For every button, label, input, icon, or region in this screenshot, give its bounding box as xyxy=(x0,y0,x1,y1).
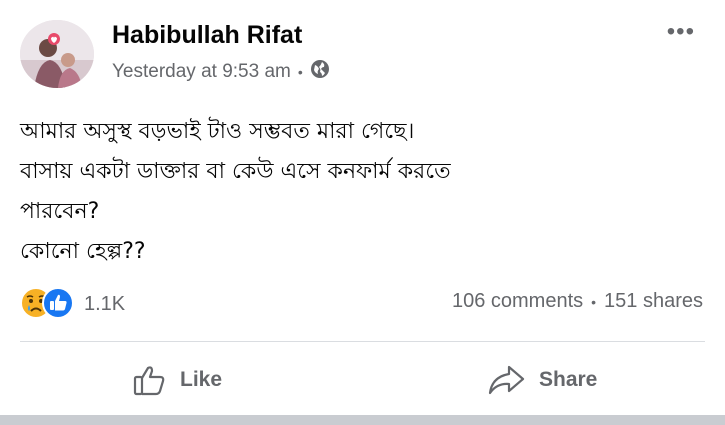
comments-count[interactable]: 106 comments xyxy=(452,290,583,313)
post-body-line: আমার অসুস্থ বড়ভাই টাও সম্ভবত মারা গেছে। xyxy=(20,119,415,144)
like-label: Like xyxy=(180,368,223,391)
share-arrow-icon xyxy=(488,365,525,395)
post-card: Habibullah Rifat Yesterday at 9:53 am • … xyxy=(0,0,725,415)
reaction-icons xyxy=(20,287,76,321)
thumbs-up-icon xyxy=(133,366,165,396)
reactions-summary[interactable]: 1.1K xyxy=(20,287,125,321)
author-name[interactable]: Habibullah Rifat xyxy=(112,21,302,50)
avatar-photo xyxy=(20,20,94,88)
share-label: Share xyxy=(539,368,598,391)
post-body-line: কোনো হেল্প?? xyxy=(20,239,146,264)
post-meta: Yesterday at 9:53 am • xyxy=(112,60,330,84)
like-button[interactable]: Like xyxy=(132,358,222,402)
divider xyxy=(20,341,705,342)
feed-separator-bar xyxy=(0,415,725,425)
globe-icon[interactable] xyxy=(310,59,330,85)
more-options-icon[interactable]: ••• xyxy=(667,20,695,44)
shares-count[interactable]: 151 shares xyxy=(604,290,703,313)
post-timestamp[interactable]: Yesterday at 9:53 am xyxy=(112,61,291,83)
post-body: আমার অসুস্থ বড়ভাই টাও সম্ভবত মারা গেছে।… xyxy=(20,112,710,272)
share-button[interactable]: Share xyxy=(487,358,597,402)
meta-separator: • xyxy=(297,64,303,80)
engagement-stats: 106 comments • 151 shares xyxy=(452,290,703,313)
stats-separator: • xyxy=(591,293,597,310)
post-body-line: পারবেন? xyxy=(20,199,100,224)
post-body-line: বাসায় একটা ডাক্তার বা কেউ এসে কনফার্ম ক… xyxy=(20,159,451,184)
author-avatar[interactable] xyxy=(20,20,94,88)
like-reaction-icon xyxy=(42,287,74,319)
reaction-count[interactable]: 1.1K xyxy=(84,293,125,316)
